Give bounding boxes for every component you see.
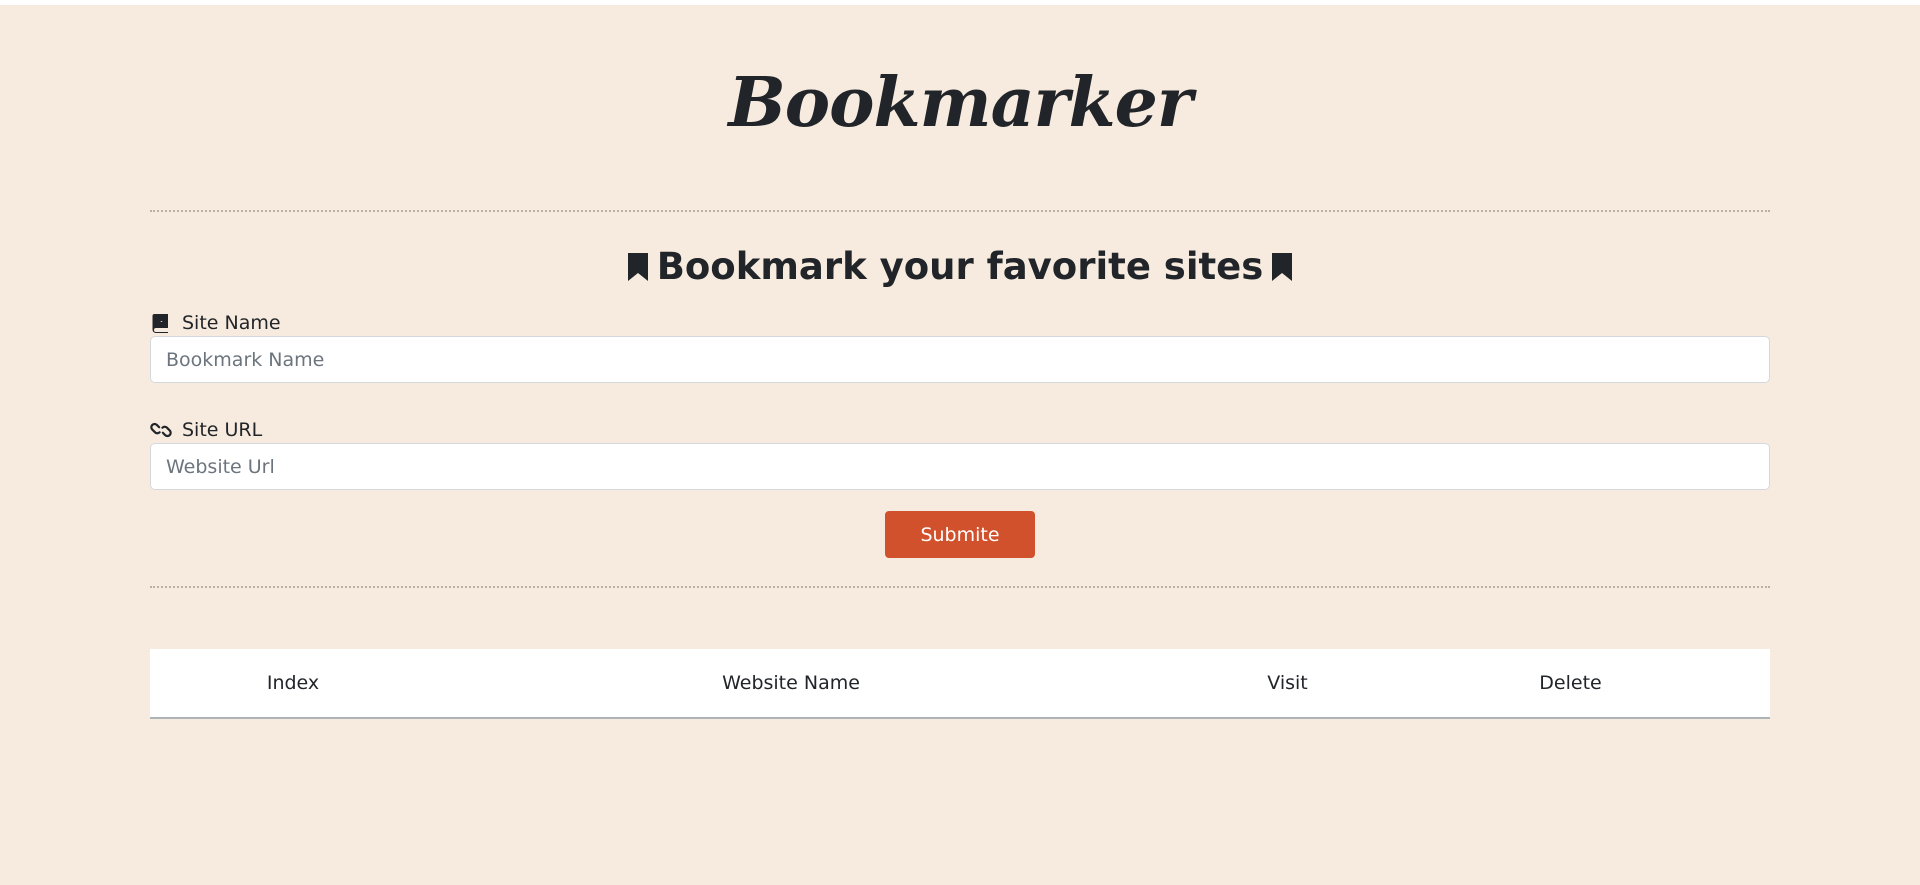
bookmarks-table: Index Website Name Visit Delete (150, 649, 1770, 719)
site-url-input[interactable] (150, 443, 1770, 490)
column-header-index: Index (266, 672, 320, 694)
site-name-label-text: Site Name (182, 312, 281, 334)
site-url-label: Site URL (150, 418, 262, 442)
logo-wrapper: Bookmarker (150, 65, 1770, 141)
book-icon (152, 314, 168, 333)
site-url-label-text: Site URL (182, 419, 263, 441)
app-logo-text: Bookmarker (728, 63, 1192, 143)
bookmark-icon (1272, 253, 1293, 281)
column-header-visit: Visit (1267, 672, 1308, 694)
page-background: Bookmarker Bookmark your favorite sites … (0, 5, 1920, 885)
link-icon (150, 422, 172, 438)
form-heading: Bookmark your favorite sites (150, 243, 1770, 291)
column-header-website-name: Website Name (722, 672, 860, 694)
top-divider (150, 210, 1770, 212)
app-logo: Bookmarker (726, 63, 1195, 143)
bottom-divider (150, 586, 1770, 588)
column-header-delete: Delete (1539, 672, 1602, 694)
site-name-input[interactable] (150, 336, 1770, 383)
submit-button[interactable]: Submite (885, 511, 1035, 558)
form-heading-text: Bookmark your favorite sites (656, 245, 1264, 288)
bookmark-icon (627, 253, 648, 281)
site-name-label: Site Name (150, 311, 281, 335)
